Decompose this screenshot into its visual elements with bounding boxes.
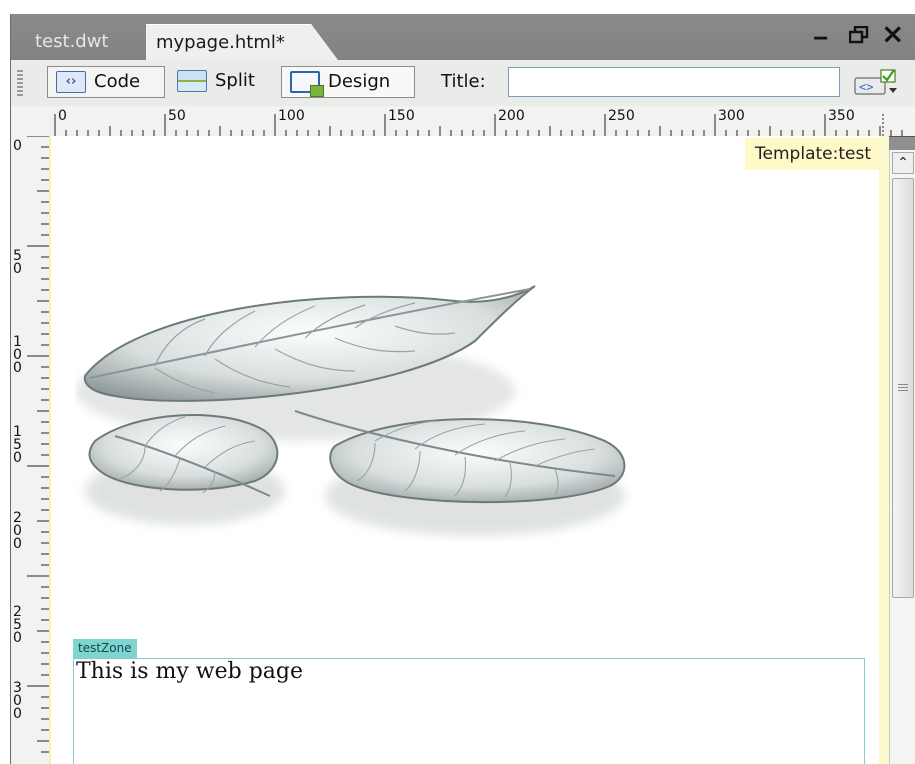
horizontal-ruler-ticks [54,114,903,136]
code-view-button[interactable]: ‹› Code [47,66,165,98]
editable-region-tag[interactable]: testZone [73,639,137,658]
split-view-button[interactable]: Split [169,66,279,98]
ruler-label: 0 [13,138,22,154]
scroll-up-arrow-icon: ⌃ [897,155,909,171]
document-tab-bar: test.dwt mypage.html* ‒ × [11,14,915,60]
code-view-label: Code [94,71,141,92]
ruler-label: 50 [13,248,22,277]
title-label: Title: [441,71,486,92]
editable-region[interactable]: This is my web page [73,658,865,764]
code-view-icon: ‹› [56,71,86,93]
scrollbar-grip [898,384,908,392]
validate-markup-button[interactable]: <> [853,68,903,98]
svg-text:<>: <> [859,80,873,94]
design-canvas[interactable]: Template:test testZone This is my web pa… [49,136,889,764]
ruler-label: 300 [718,108,745,124]
design-view-button[interactable]: Design [281,66,415,98]
ruler-label: 200 [498,108,525,124]
body-text[interactable]: This is my web page [76,659,303,684]
ruler-label: 250 [13,604,22,646]
ruler-label: 100 [13,334,22,376]
ruler-label: 200 [13,510,22,552]
ruler-label: 250 [608,108,635,124]
leaves-image[interactable] [75,281,635,541]
design-view-icon [290,71,324,97]
close-button[interactable]: × [881,20,904,48]
tab-test-dwt[interactable]: test.dwt [25,24,157,60]
title-input[interactable] [508,67,840,97]
minimize-button[interactable]: ‒ [813,26,828,50]
split-view-icon [177,70,207,92]
document-toolbar: ‹› Code Split Design Title: <> [11,60,915,107]
toolbar-grip[interactable] [17,70,23,96]
document-window: test.dwt mypage.html* ‒ × ‹› Code Split … [10,14,915,764]
restore-button[interactable] [848,25,869,50]
tab-mypage-html[interactable]: mypage.html* [146,24,338,60]
scrollbar-thumb[interactable] [892,178,914,598]
ruler-label: 300 [13,680,22,722]
vertical-ruler: 0 50 100 150 200 250 300 [11,136,50,764]
vertical-scrollbar[interactable]: ⌃ [889,150,915,764]
ruler-label: 100 [278,108,305,124]
ruler-label: 350 [828,108,855,124]
ruler-label: 150 [13,424,22,466]
ruler-label: 150 [388,108,415,124]
template-name-tag: Template:test [745,138,879,170]
validate-markup-icon: <> [854,69,897,95]
design-view-label: Design [328,71,391,92]
scroll-up-button[interactable]: ⌃ [892,152,914,174]
ruler-label: 50 [168,108,186,124]
ruler-label: 0 [58,108,67,124]
restore-icon [848,25,869,44]
horizontal-ruler: 0 50 100 150 200 250 300 350 [11,106,915,137]
split-view-label: Split [215,70,255,91]
